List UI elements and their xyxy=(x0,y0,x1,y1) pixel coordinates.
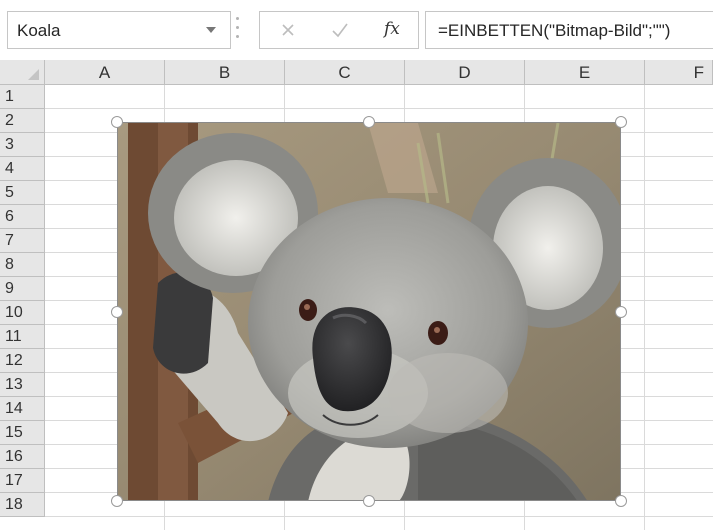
row-header-16[interactable]: 16 xyxy=(0,445,45,469)
row-header-6[interactable]: 6 xyxy=(0,205,45,229)
resize-handle-bottom[interactable] xyxy=(363,495,375,507)
resize-handle-bottom-left[interactable] xyxy=(111,495,123,507)
row-header-10[interactable]: 10 xyxy=(0,301,45,325)
resize-handle-right[interactable] xyxy=(615,306,627,318)
row-header-1[interactable]: 1 xyxy=(0,85,45,109)
row-header-18[interactable]: 18 xyxy=(0,493,45,517)
select-all-button[interactable] xyxy=(0,60,45,85)
row-header-11[interactable]: 11 xyxy=(0,325,45,349)
row-header-8[interactable]: 8 xyxy=(0,253,45,277)
row-header-12[interactable]: 12 xyxy=(0,349,45,373)
column-header-a[interactable]: A xyxy=(45,60,165,85)
column-header-c[interactable]: C xyxy=(285,60,405,85)
column-header-f[interactable]: F xyxy=(645,60,713,85)
row-header-4[interactable]: 4 xyxy=(0,157,45,181)
name-box[interactable]: Koala xyxy=(7,11,231,49)
row-header-2[interactable]: 2 xyxy=(0,109,45,133)
formula-text: =EINBETTEN("Bitmap-Bild";"") xyxy=(438,21,671,40)
column-header-d[interactable]: D xyxy=(405,60,525,85)
resize-handle-top[interactable] xyxy=(363,116,375,128)
resize-handle-top-left[interactable] xyxy=(111,116,123,128)
column-header-e[interactable]: E xyxy=(525,60,645,85)
formula-buttons: fx xyxy=(259,11,419,49)
row-header-17[interactable]: 17 xyxy=(0,469,45,493)
koala-photo[interactable] xyxy=(117,122,621,501)
cancel-x-icon[interactable] xyxy=(268,12,308,48)
chevron-down-icon[interactable] xyxy=(206,27,216,33)
formula-bar-splitter[interactable] xyxy=(236,17,240,43)
formula-bar: Koala fx =EINBETTEN("Bitmap-Bild";"") xyxy=(0,0,713,60)
row-header-5[interactable]: 5 xyxy=(0,181,45,205)
row-header-9[interactable]: 9 xyxy=(0,277,45,301)
resize-handle-left[interactable] xyxy=(111,306,123,318)
row-header-15[interactable]: 15 xyxy=(0,421,45,445)
checkmark-icon[interactable] xyxy=(320,12,360,48)
row-header-7[interactable]: 7 xyxy=(0,229,45,253)
name-box-value: Koala xyxy=(17,21,61,40)
resize-handle-bottom-right[interactable] xyxy=(615,495,627,507)
insert-function-button[interactable]: fx xyxy=(384,19,400,39)
row-header-13[interactable]: 13 xyxy=(0,373,45,397)
row-header-14[interactable]: 14 xyxy=(0,397,45,421)
resize-handle-top-right[interactable] xyxy=(615,116,627,128)
column-header-b[interactable]: B xyxy=(165,60,285,85)
row-header-3[interactable]: 3 xyxy=(0,133,45,157)
formula-input[interactable]: =EINBETTEN("Bitmap-Bild";"") xyxy=(425,11,713,49)
